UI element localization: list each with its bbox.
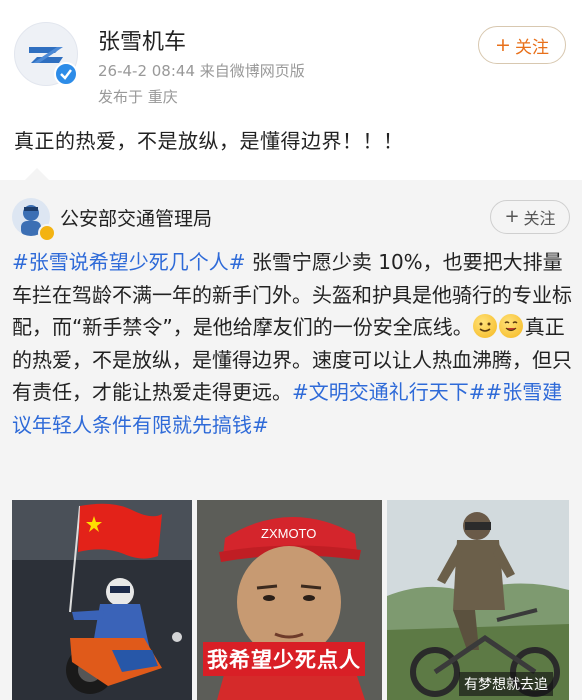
- hashtag-link[interactable]: #张雪说希望少死几个人#: [12, 250, 246, 274]
- post-text: 真正的热爱，不是放纵，是懂得边界！！！: [14, 129, 404, 153]
- plus-icon: +: [504, 206, 520, 227]
- racer-with-flag-photo[interactable]: [12, 500, 192, 700]
- repost-author-name[interactable]: 公安部交通管理局: [60, 204, 212, 231]
- reposted-card[interactable]: 公安部交通管理局 + 关注 #张雪说希望少死几个人# 张雪宁愿少卖 10%，也要…: [0, 180, 582, 700]
- follow-button[interactable]: + 关注: [478, 26, 566, 64]
- gold-verified-icon: [38, 224, 56, 242]
- verified-check-icon: [54, 62, 78, 86]
- clapping-face-emoji-icon: [472, 314, 497, 338]
- repost-follow-button[interactable]: + 关注: [490, 200, 570, 234]
- follow-label: 关注: [514, 37, 549, 58]
- repost-body: #张雪说希望少死几个人# 张雪宁愿少卖 10%，也要把大排量车拦在驾龄不满一年的…: [12, 246, 572, 441]
- photo-caption: 我希望少死点人: [203, 642, 365, 676]
- repost-follow-label: 关注: [523, 209, 556, 228]
- post-header: 张雪机车 26-4-2 08:44 来自微博网页版 发布于 重庆 + 关注 真正…: [0, 0, 582, 153]
- man-in-cap-photo[interactable]: ZXMOTO 我希望少死点人: [197, 500, 382, 700]
- author-name[interactable]: 张雪机车: [98, 24, 186, 56]
- plus-icon: +: [495, 33, 511, 56]
- smiling-face-emoji-icon: [498, 314, 523, 338]
- photo-caption: 有梦想就去追: [459, 672, 553, 696]
- repost-caret: [25, 168, 49, 180]
- rider-on-dirt-bike-photo[interactable]: 有梦想就去追: [387, 500, 569, 700]
- post-time-source: 26-4-2 08:44 来自微博网页版: [98, 62, 305, 80]
- post-location: 发布于 重庆: [98, 88, 178, 106]
- cap-brand-text: ZXMOTO: [261, 526, 316, 541]
- hashtag-link[interactable]: #文明交通礼行天下#: [292, 380, 486, 404]
